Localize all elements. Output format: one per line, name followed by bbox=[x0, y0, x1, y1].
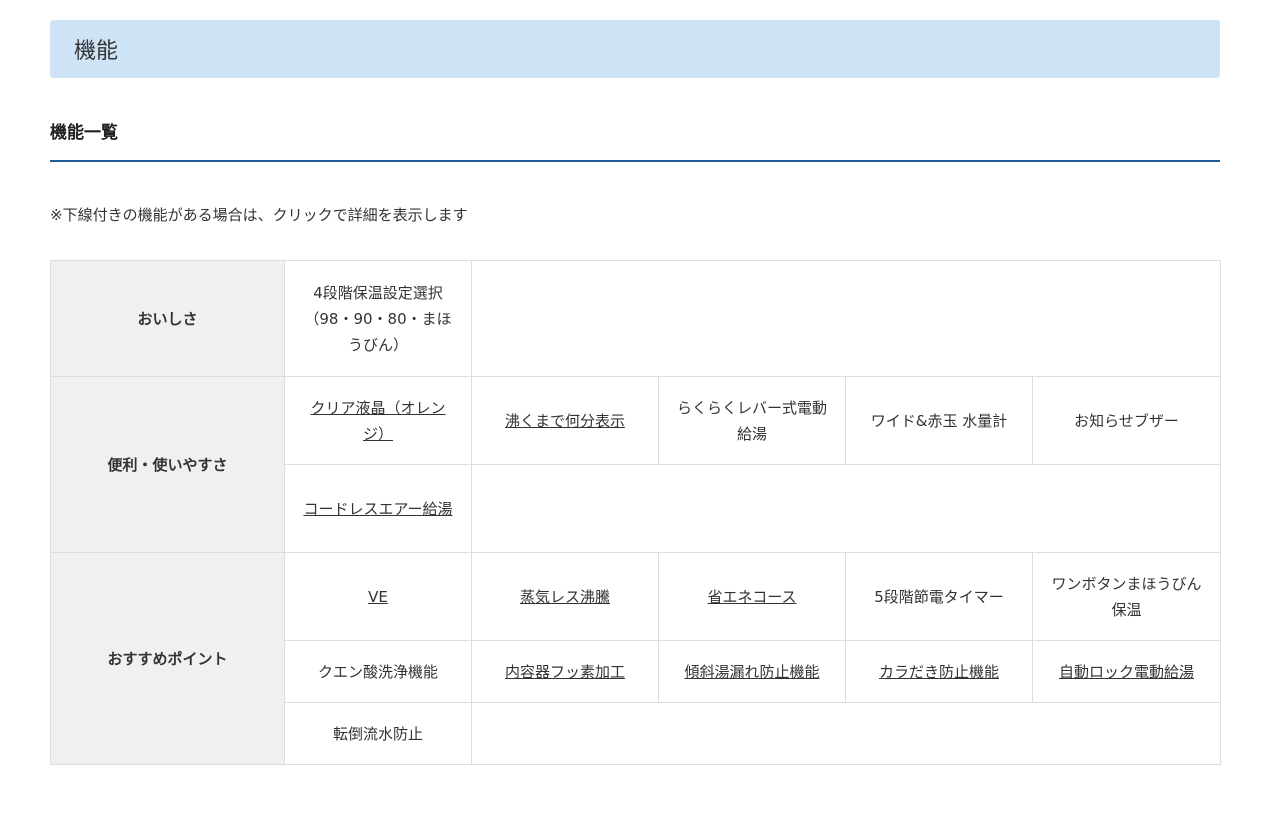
feature-table-body: おいしさ 4段階保温設定選択（98・90・80・まほうびん） 便利・使いやすさ クリア… bbox=[50, 260, 1221, 765]
feature-link[interactable]: カラだき防止機能 bbox=[879, 663, 999, 681]
feature-cell[interactable]: コードレスエアー給湯 bbox=[284, 464, 472, 553]
feature-cell: 4段階保温設定選択（98・90・80・まほうびん） bbox=[284, 260, 472, 377]
feature-cell[interactable]: 自動ロック電動給湯 bbox=[1032, 640, 1221, 703]
feature-cell: 転倒流水防止 bbox=[284, 702, 472, 765]
feature-cell: ワンボタンまほうびん保温 bbox=[1032, 552, 1221, 641]
feature-link[interactable]: 沸くまで何分表示 bbox=[505, 412, 625, 430]
feature-cell: 5段階節電タイマー bbox=[845, 552, 1033, 641]
feature-row: おすすめポイント VE 蒸気レス沸騰 省エネコース 5段階節電タイマー ワンボタンまほうび… bbox=[50, 552, 1221, 765]
feature-cell[interactable]: VE bbox=[284, 552, 472, 641]
feature-link[interactable]: コードレスエアー給湯 bbox=[303, 500, 452, 518]
feature-cell[interactable]: 内容器フッ素加工 bbox=[471, 640, 659, 703]
section-banner: 機能 bbox=[50, 20, 1220, 78]
feature-cell: ワイド&赤玉 水量計 bbox=[845, 376, 1033, 465]
feature-link[interactable]: VE bbox=[368, 588, 388, 606]
subsection-title: 機能一覧 bbox=[50, 123, 118, 143]
feature-cell: お知らせブザー bbox=[1032, 376, 1221, 465]
category-label: おすすめポイント bbox=[50, 552, 285, 765]
feature-table: おいしさ 4段階保温設定選択（98・90・80・まほうびん） 便利・使いやすさ クリア… bbox=[50, 260, 1221, 765]
subsection-heading: 機能一覧 bbox=[50, 118, 1220, 162]
feature-cell[interactable]: 沸くまで何分表示 bbox=[471, 376, 659, 465]
feature-cell[interactable]: 傾斜湯漏れ防止機能 bbox=[658, 640, 846, 703]
feature-cell: クエン酸洗浄機能 bbox=[284, 640, 472, 703]
empty-cell bbox=[471, 260, 1221, 377]
feature-cell[interactable]: クリア液晶（オレンジ） bbox=[284, 376, 472, 465]
feature-link[interactable]: 蒸気レス沸騰 bbox=[520, 588, 610, 606]
feature-row: おいしさ 4段階保温設定選択（98・90・80・まほうびん） bbox=[50, 260, 1221, 377]
feature-row: 便利・使いやすさ クリア液晶（オレンジ） 沸くまで何分表示 らくらくレバー式電動給湯ワ… bbox=[50, 376, 1221, 553]
feature-cell[interactable]: 省エネコース bbox=[658, 552, 846, 641]
feature-link[interactable]: 傾斜湯漏れ防止機能 bbox=[684, 663, 819, 681]
category-label: 便利・使いやすさ bbox=[50, 376, 285, 553]
feature-cell: らくらくレバー式電動給湯 bbox=[658, 376, 846, 465]
feature-cell[interactable]: 蒸気レス沸騰 bbox=[471, 552, 659, 641]
feature-link[interactable]: 自動ロック電動給湯 bbox=[1059, 663, 1194, 681]
feature-cell[interactable]: カラだき防止機能 bbox=[845, 640, 1033, 703]
empty-cell bbox=[471, 702, 1221, 765]
empty-cell bbox=[471, 464, 1221, 553]
feature-link[interactable]: 内容器フッ素加工 bbox=[505, 663, 625, 681]
instruction-note: ※下線付きの機能がある場合は、クリックで詳細を表示します bbox=[50, 206, 468, 224]
page-title: 機能 bbox=[74, 39, 119, 64]
feature-link[interactable]: クリア液晶（オレンジ） bbox=[310, 399, 445, 443]
feature-link[interactable]: 省エネコース bbox=[708, 588, 797, 606]
category-label: おいしさ bbox=[50, 260, 285, 377]
